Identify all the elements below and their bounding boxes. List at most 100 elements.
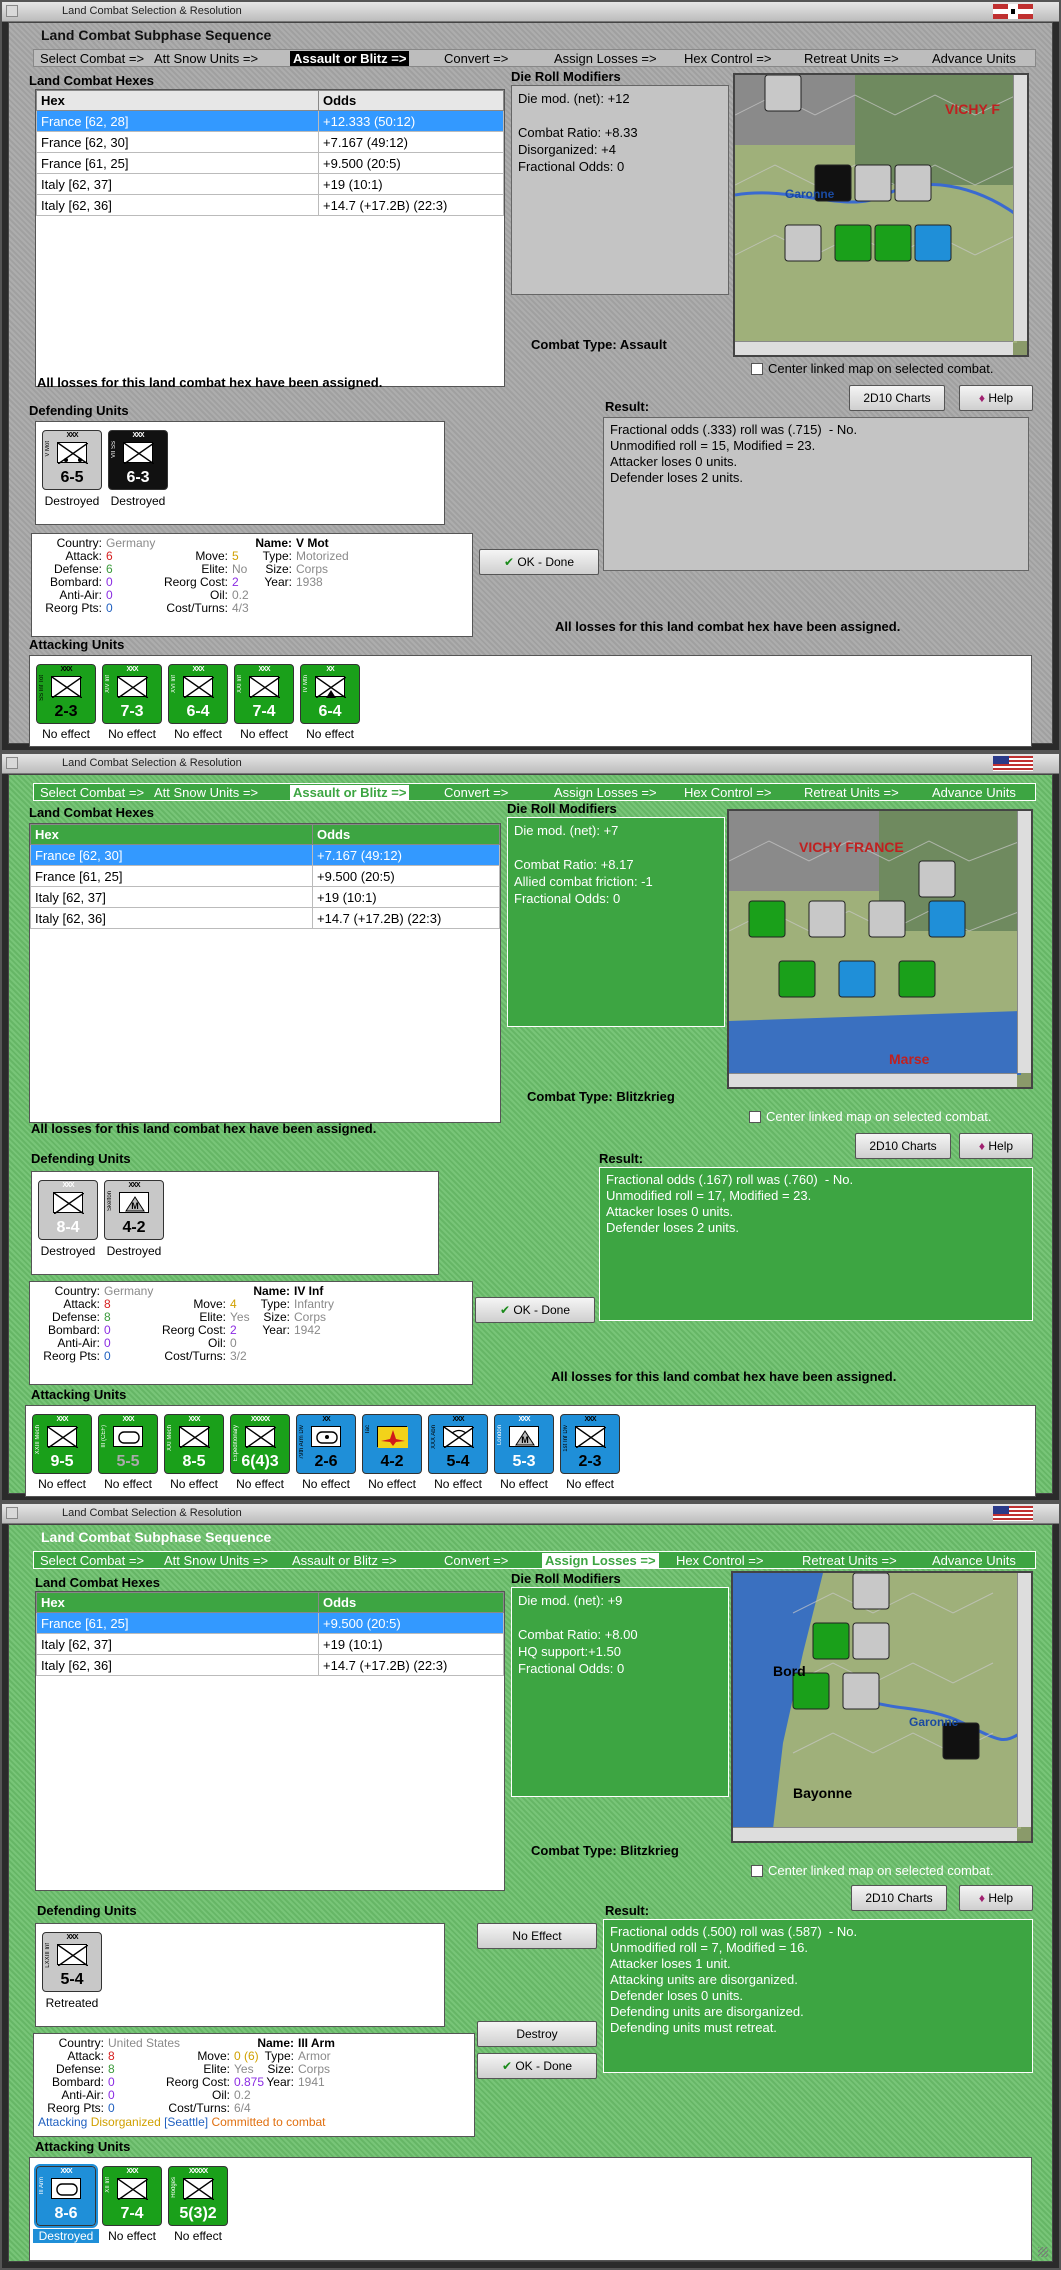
unit-counter[interactable]: XXX XVI Inf 6-4: [168, 664, 228, 724]
phase-advance[interactable]: Advance Units: [932, 785, 1016, 800]
table-row[interactable]: Italy [62, 37] +19 (10:1): [36, 1633, 504, 1655]
unit-size: XXX: [122, 1416, 134, 1423]
phase-select-combat[interactable]: Select Combat =>: [40, 51, 144, 66]
unit-counter[interactable]: XX 79th Arm Div 2-6: [296, 1414, 356, 1474]
map-vertical-scrollbar[interactable]: [1017, 811, 1031, 1073]
checkbox-box[interactable]: [749, 1111, 761, 1123]
unit-counter[interactable]: XXX III (CEF) 5-5: [98, 1414, 158, 1474]
linked-map[interactable]: Bord Bayonne Garonne: [731, 1571, 1033, 1843]
phase-assign-losses[interactable]: Assign Losses =>: [554, 785, 657, 800]
linked-map[interactable]: VICHY F Garonne: [733, 73, 1029, 357]
unit-counter[interactable]: XXX XIV Inf 7-3: [102, 664, 162, 724]
center-map-checkbox[interactable]: Center linked map on selected combat.: [751, 361, 993, 376]
help-button[interactable]: ♦ Help: [959, 385, 1033, 411]
table-row[interactable]: France [61, 25] +9.500 (20:5): [36, 152, 504, 174]
unit-counter[interactable]: XXX 8-4: [38, 1180, 98, 1240]
phase-att-snow[interactable]: Att Snow Units =>: [154, 785, 258, 800]
phase-assault-blitz[interactable]: Assault or Blitz =>: [290, 51, 410, 66]
table-row[interactable]: Italy [62, 36] +14.7 (+17.2B) (22:3): [30, 907, 500, 929]
phase-hex-control[interactable]: Hex Control =>: [684, 785, 771, 800]
map-horizontal-scrollbar[interactable]: [729, 1073, 1017, 1087]
unit-tag: Committed to combat: [211, 2115, 326, 2129]
unit-size: XXX: [132, 432, 144, 439]
unit-counter[interactable]: XXX SS Inf Tot 2-3: [34, 662, 98, 726]
phase-convert[interactable]: Convert =>: [444, 785, 508, 800]
ok-done-button[interactable]: ✔ OK - Done: [477, 2053, 597, 2079]
info-country-value: United States: [108, 2036, 181, 2050]
unit-counter[interactable]: XXXXX Hodges 5(3)2: [168, 2166, 228, 2226]
phase-hex-control[interactable]: Hex Control =>: [676, 1553, 763, 1568]
resize-grip-icon[interactable]: [1038, 2247, 1048, 2257]
phase-assign-losses[interactable]: Assign Losses =>: [542, 1553, 659, 1568]
unit-counter[interactable]: XXX VII SS 6-3: [108, 430, 168, 490]
no-effect-button[interactable]: No Effect: [477, 1923, 597, 1949]
phase-assault-blitz[interactable]: Assault or Blitz =>: [290, 785, 410, 800]
table-row[interactable]: France [62, 30] +7.167 (49:12): [30, 844, 500, 866]
map-vertical-scrollbar[interactable]: [1017, 1573, 1031, 1827]
phase-hex-control[interactable]: Hex Control =>: [684, 51, 771, 66]
table-row[interactable]: Italy [62, 36] +14.7 (+17.2B) (22:3): [36, 194, 504, 216]
phase-select-combat[interactable]: Select Combat =>: [40, 785, 144, 800]
charts-button[interactable]: 2D10 Charts: [849, 385, 945, 411]
phase-advance[interactable]: Advance Units: [932, 1553, 1016, 1568]
col-hex[interactable]: Hex: [30, 824, 313, 845]
unit-counter[interactable]: XXXXX Expeditionary 6(4)3: [230, 1414, 290, 1474]
unit-counter[interactable]: XXX London M 5-3: [494, 1414, 554, 1474]
col-odds[interactable]: Odds: [312, 824, 500, 845]
unit-counter[interactable]: XXX 1st Inf Div 2-3: [560, 1414, 620, 1474]
help-button[interactable]: ♦ Help: [959, 1885, 1033, 1911]
unit-counter[interactable]: XXX XXI Inf 7-4: [234, 664, 294, 724]
center-map-checkbox[interactable]: Center linked map on selected combat.: [749, 1109, 991, 1124]
hex-list: Hex Odds France [61, 25] +9.500 (20:5) Ita…: [35, 1591, 505, 1891]
unit-counter[interactable]: XXX XXI Mech 8-5: [164, 1414, 224, 1474]
phase-retreat[interactable]: Retreat Units =>: [804, 51, 899, 66]
phase-convert[interactable]: Convert =>: [444, 1553, 508, 1568]
phase-advance[interactable]: Advance Units: [932, 51, 1016, 66]
col-odds[interactable]: Odds: [318, 1592, 504, 1613]
help-button[interactable]: ♦ Help: [959, 1133, 1033, 1159]
map-horizontal-scrollbar[interactable]: [733, 1827, 1017, 1841]
table-row[interactable]: France [62, 30] +7.167 (49:12): [36, 131, 504, 153]
phase-att-snow[interactable]: Att Snow Units =>: [164, 1553, 268, 1568]
unit-counter[interactable]: XXX Skelton M 4-2: [104, 1180, 164, 1240]
hexes-label: Land Combat Hexes: [29, 73, 154, 88]
unit-counter[interactable]: XXX XXIII Mech 9-5: [30, 1412, 94, 1476]
ok-done-button[interactable]: ✔ OK - Done: [479, 549, 599, 575]
unit-counter[interactable]: XXX XII Inf 7-4: [102, 2166, 162, 2226]
unit-counter[interactable]: Tac 4-2: [362, 1414, 422, 1474]
phase-convert[interactable]: Convert =>: [444, 51, 508, 66]
checkbox-box[interactable]: [751, 1865, 763, 1877]
unit-counter[interactable]: XXX III Arm 8-6: [34, 2164, 98, 2228]
phase-select-combat[interactable]: Select Combat =>: [40, 1553, 144, 1568]
map-horizontal-scrollbar[interactable]: [735, 341, 1013, 355]
col-hex[interactable]: Hex: [36, 1592, 319, 1613]
phase-assign-losses[interactable]: Assign Losses =>: [554, 51, 657, 66]
charts-button[interactable]: 2D10 Charts: [851, 1885, 947, 1911]
table-row[interactable]: Italy [62, 36] +14.7 (+17.2B) (22:3): [36, 1654, 504, 1676]
unit-counter[interactable]: XX IV Mtn 6-4: [300, 664, 360, 724]
ok-label: OK - Done: [517, 555, 575, 569]
checkbox-box[interactable]: [751, 363, 763, 375]
col-odds[interactable]: Odds: [318, 90, 504, 111]
phase-retreat[interactable]: Retreat Units =>: [804, 785, 899, 800]
unit-counter[interactable]: XXX V Mot 6-5: [42, 430, 102, 490]
phase-retreat[interactable]: Retreat Units =>: [802, 1553, 897, 1568]
ok-done-button[interactable]: ✔ OK - Done: [475, 1297, 595, 1323]
phase-att-snow[interactable]: Att Snow Units =>: [154, 51, 258, 66]
destroy-button[interactable]: Destroy: [477, 2021, 597, 2047]
phase-assault-blitz[interactable]: Assault or Blitz =>: [292, 1553, 397, 1568]
hex-table: Hex Odds France [61, 25] +9.500 (20:5) Ita…: [36, 1592, 504, 1676]
table-row[interactable]: Italy [62, 37] +19 (10:1): [30, 886, 500, 908]
table-row[interactable]: Italy [62, 37] +19 (10:1): [36, 173, 504, 195]
unit-counter[interactable]: XXX LXXIII Inf 5-4: [42, 1932, 102, 1992]
unit-counter[interactable]: XXX XXX Abn 5-4: [428, 1414, 488, 1474]
drm-box: Die mod. (net): +12 Combat Ratio: +8.33 …: [511, 85, 729, 295]
table-row[interactable]: France [61, 25] +9.500 (20:5): [30, 865, 500, 887]
table-row[interactable]: France [62, 28] +12.333 (50:12): [36, 110, 504, 132]
charts-button[interactable]: 2D10 Charts: [855, 1133, 951, 1159]
linked-map[interactable]: VICHY FRANCE Marse: [727, 809, 1033, 1089]
table-row[interactable]: France [61, 25] +9.500 (20:5): [36, 1612, 504, 1634]
col-hex[interactable]: Hex: [36, 90, 319, 111]
map-vertical-scrollbar[interactable]: [1013, 75, 1027, 341]
center-map-checkbox[interactable]: Center linked map on selected combat.: [751, 1863, 993, 1878]
